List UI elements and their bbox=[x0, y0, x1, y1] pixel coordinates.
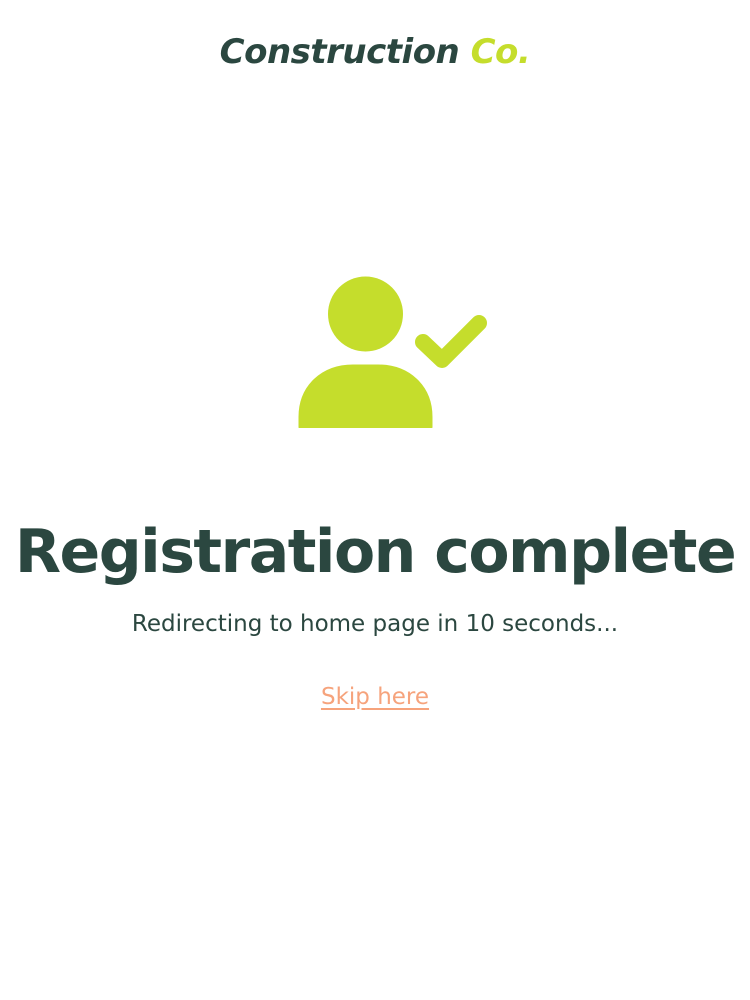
brand-name: Construction bbox=[219, 32, 460, 72]
brand-accent: Co. bbox=[470, 32, 531, 72]
page-title: Registration complete bbox=[14, 517, 737, 587]
redirect-message: Redirecting to home page in 10 seconds..… bbox=[0, 607, 750, 641]
redirect-suffix: seconds... bbox=[494, 611, 619, 637]
user-check-icon bbox=[298, 276, 487, 428]
redirect-prefix: Redirecting to home page in bbox=[131, 611, 466, 637]
brand-logo[interactable]: Construction Co. bbox=[0, 30, 750, 74]
skip-link-container: Skip here bbox=[0, 680, 750, 717]
redirect-countdown: 10 bbox=[465, 611, 495, 637]
user-body-shape bbox=[298, 364, 433, 428]
check-mark-shape bbox=[415, 315, 487, 368]
skip-link[interactable]: Skip here bbox=[321, 684, 429, 710]
user-head-shape bbox=[328, 276, 403, 352]
